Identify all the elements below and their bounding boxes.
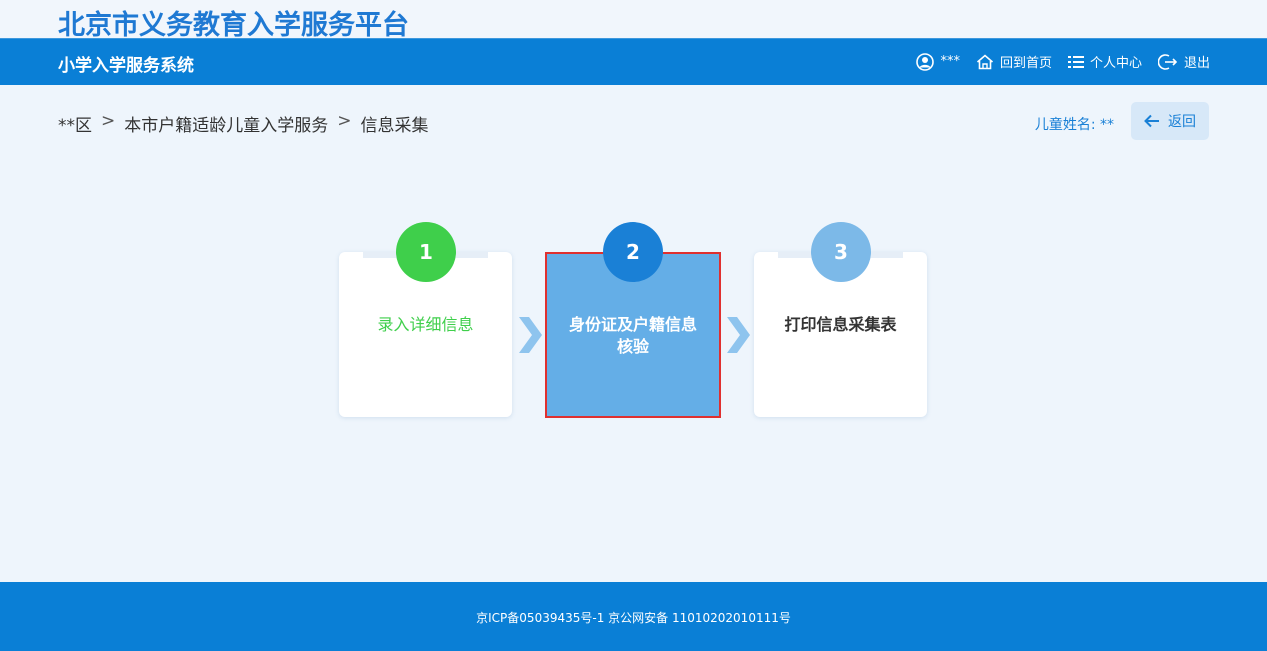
user-avatar-icon (916, 52, 935, 71)
step-2-label-line1: 身份证及户籍信息 (568, 315, 697, 334)
breadcrumb-separator: > (101, 111, 116, 131)
nav-actions: *** 回到首页 个人中心 退出 (916, 52, 1210, 71)
profile-link[interactable]: 个人中心 (1067, 52, 1142, 71)
step-1-label: 录入详细信息 (377, 315, 474, 334)
step-3-label: 打印信息采集表 (784, 315, 897, 334)
chevron-right-icon (519, 317, 542, 353)
system-title: 小学入学服务系统 (58, 56, 194, 76)
user-menu[interactable]: *** (916, 52, 960, 71)
navbar: 小学入学服务系统 *** 回到首页 个人中心 退出 (0, 38, 1267, 85)
top-banner: 北京市义务教育入学服务平台 (0, 0, 1267, 41)
step-2-label-line2: 核验 (616, 337, 649, 356)
step-3-number: 3 (811, 222, 871, 282)
logout-link[interactable]: 退出 (1157, 52, 1210, 71)
step-1-number: 1 (396, 222, 456, 282)
home-link[interactable]: 回到首页 (976, 52, 1052, 71)
child-name-label: 儿童姓名: ** (1034, 117, 1114, 133)
footer: 京ICP备05039435号-1 京公网安备 11010202010111号 (0, 582, 1267, 651)
chevron-right-icon (727, 317, 750, 353)
step-2-number: 2 (603, 222, 663, 282)
step-2-label: 身份证及户籍信息 核验 (547, 314, 719, 358)
logout-label: 退出 (1183, 56, 1210, 71)
platform-title: 北京市义务教育入学服务平台 (58, 10, 409, 41)
list-icon (1067, 55, 1084, 68)
user-name: *** (940, 54, 960, 69)
breadcrumb-service[interactable]: 本市户籍适龄儿童入学服务 (124, 111, 328, 136)
arrow-left-icon (1144, 114, 1159, 128)
back-button-label: 返回 (1168, 114, 1196, 130)
logout-icon (1157, 53, 1178, 70)
profile-label: 个人中心 (1089, 56, 1142, 71)
breadcrumb-district[interactable]: **区 (58, 111, 92, 136)
footer-icp-text: 京ICP备05039435号-1 京公网安备 11010202010111号 (476, 611, 791, 625)
breadcrumb-separator: > (337, 111, 352, 131)
home-label: 回到首页 (999, 56, 1052, 71)
breadcrumb-current: 信息采集 (360, 116, 429, 136)
breadcrumb: **区 > 本市户籍适龄儿童入学服务 > 信息采集 (58, 111, 429, 136)
back-button[interactable]: 返回 (1131, 102, 1209, 140)
home-icon (976, 53, 993, 69)
